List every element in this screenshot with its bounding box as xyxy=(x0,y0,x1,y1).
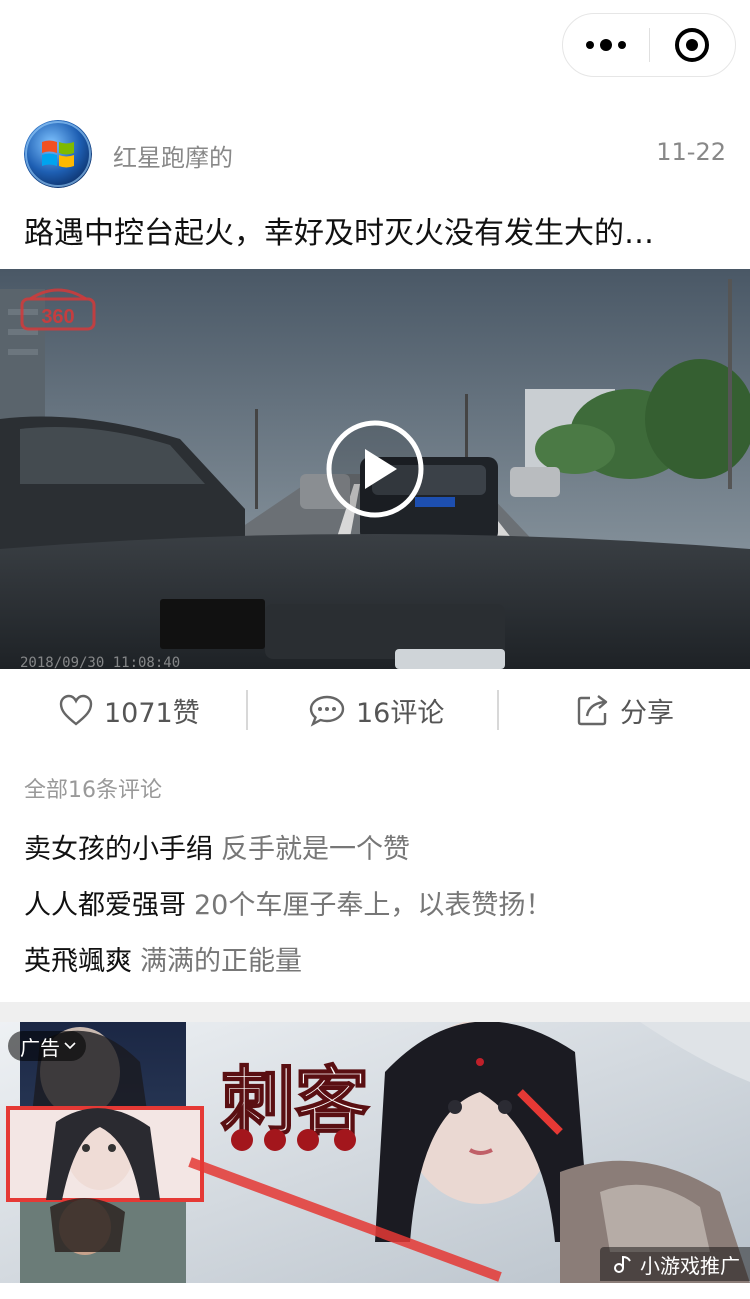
comment-bubble-icon xyxy=(309,695,345,727)
share-label: 分享 xyxy=(620,697,674,729)
action-divider xyxy=(497,690,499,730)
comment-count: 16评论 xyxy=(356,697,445,729)
ad-label-menu[interactable]: 广告 xyxy=(8,1031,86,1061)
watermark-text: 360 xyxy=(41,306,74,328)
post-title[interactable]: 路遇中控台起火，幸好及时灭火没有发生大的… xyxy=(24,208,726,252)
more-dots-icon xyxy=(586,41,594,49)
comment-user: 英飛颯爽 xyxy=(24,946,132,977)
comment-text: 满满的正能量 xyxy=(140,946,302,977)
comment-text: 反手就是一个赞 xyxy=(221,834,410,865)
like-count: 1071赞 xyxy=(104,697,200,729)
more-dots-icon xyxy=(600,39,612,51)
comment-item[interactable]: 人人都爱强哥 20个车厘子奉上，以表赞扬！ xyxy=(24,883,552,922)
ad-image: 刺客 xyxy=(0,1022,750,1283)
ad-source-badge: 小游戏推广 xyxy=(600,1247,750,1281)
section-divider xyxy=(0,1002,750,1022)
windows-logo-icon xyxy=(24,120,92,188)
ad-banner[interactable]: 刺客 xyxy=(0,1022,750,1283)
ad-source-text: 小游戏推广 xyxy=(640,1253,740,1278)
comment-text: 20个车厘子奉上，以表赞扬！ xyxy=(194,890,553,921)
close-miniprogram-button[interactable] xyxy=(650,14,735,76)
like-button[interactable]: 1071赞 xyxy=(58,675,200,745)
comment-button[interactable]: 16评论 xyxy=(308,675,444,745)
more-button[interactable] xyxy=(563,14,649,76)
share-button[interactable]: 分享 xyxy=(576,675,674,745)
capsule-menu xyxy=(562,13,736,77)
action-divider xyxy=(246,690,248,730)
ad-label-text: 广告 xyxy=(20,1035,60,1060)
all-comments-link[interactable]: 全部16条评论 xyxy=(24,772,162,804)
action-bar: 1071赞 16评论 分享 xyxy=(0,675,750,745)
mini-game-icon xyxy=(614,1255,631,1273)
target-circle-icon xyxy=(675,28,710,62)
video-timestamp: 2018/09/30 11:08:40 xyxy=(20,655,180,669)
avatar[interactable] xyxy=(24,120,92,188)
comment-item[interactable]: 英飛颯爽 满满的正能量 xyxy=(24,939,302,978)
share-icon xyxy=(577,695,608,726)
comment-user: 卖女孩的小手绢 xyxy=(24,834,213,865)
comment-item[interactable]: 卖女孩的小手绢 反手就是一个赞 xyxy=(24,827,410,866)
heart-icon xyxy=(59,694,93,726)
author-name[interactable]: 红星跑摩的 xyxy=(113,138,233,173)
play-icon[interactable] xyxy=(325,419,425,519)
post-date: 11-22 xyxy=(656,138,726,166)
chevron-down-icon xyxy=(64,1042,76,1050)
more-dots-icon xyxy=(618,41,626,49)
comment-user: 人人都爱强哥 xyxy=(24,890,186,921)
